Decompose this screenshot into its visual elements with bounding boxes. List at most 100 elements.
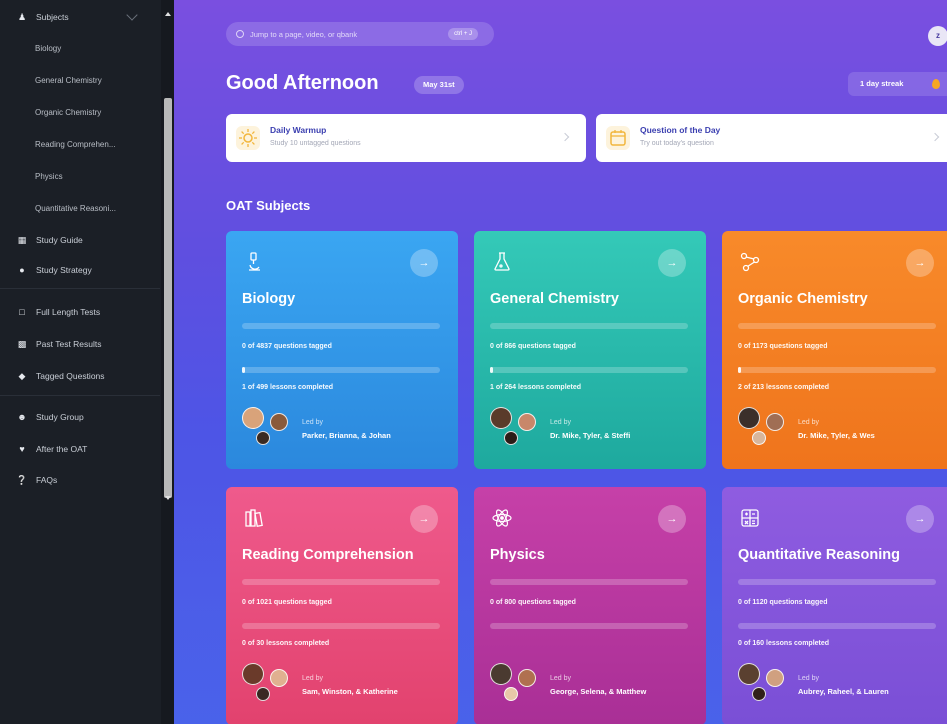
sidebar-item-past-test-results[interactable]: ▩ Past Test Results	[0, 333, 160, 355]
instructor-avatars	[738, 407, 788, 447]
document-icon: □	[19, 307, 25, 317]
sidebar-item-label: Physics	[35, 171, 63, 181]
tagged-count: 0 of 1173 questions tagged	[738, 343, 828, 350]
page-title: Good Afternoon	[226, 72, 379, 94]
avatar	[256, 431, 270, 445]
book-icon: ▦	[17, 234, 27, 245]
avatar	[504, 687, 518, 701]
sidebar-divider	[0, 395, 160, 396]
tagged-count: 0 of 4837 questions tagged	[242, 343, 332, 350]
subjects-icon: ♟	[17, 11, 27, 22]
user-avatar[interactable]: z	[928, 26, 947, 46]
sidebar-item-label: Organic Chemistry	[35, 107, 102, 117]
sun-icon	[236, 126, 260, 150]
sidebar-item-label: After the OAT	[36, 444, 88, 454]
main-content: ctrl + J z Good Afternoon May 31st 1 day…	[174, 0, 947, 724]
led-by-label: Led by	[550, 675, 572, 682]
warmup-title: Daily Warmup	[270, 125, 327, 135]
avatar	[242, 407, 264, 429]
avatar	[270, 669, 288, 687]
streak-label: 1 day streak	[860, 79, 904, 88]
search-input[interactable]	[250, 29, 430, 39]
search-bar[interactable]: ctrl + J	[226, 22, 494, 46]
avatar	[752, 687, 766, 701]
arrow-right-icon[interactable]: →	[658, 505, 686, 533]
arrow-right-icon[interactable]: →	[906, 505, 934, 533]
sidebar-item-faqs[interactable]: ❔ FAQs	[0, 469, 160, 491]
sidebar-item-reading-comprehension[interactable]: Reading Comprehen...	[0, 133, 160, 155]
lessons-count: 1 of 499 lessons completed	[242, 384, 334, 391]
tagged-progress-bar	[242, 323, 440, 329]
avatar	[256, 687, 270, 701]
qotd-subtitle: Try out today's question	[640, 140, 714, 147]
arrow-right-icon[interactable]: →	[410, 505, 438, 533]
sidebar-item-label: Quantitative Reasoni...	[35, 203, 116, 213]
molecule-icon	[739, 251, 761, 273]
avatar	[766, 669, 784, 687]
subject-card-general-chemistry[interactable]: → General Chemistry 0 of 866 questions tag…	[474, 231, 706, 469]
daily-warmup-card[interactable]: Daily Warmup Study 10 untagged questions	[226, 114, 586, 162]
avatar	[490, 407, 512, 429]
sidebar-item-biology[interactable]: Biology	[0, 37, 160, 59]
lessons-count: 0 of 30 lessons completed	[242, 640, 330, 647]
avatar	[752, 431, 766, 445]
subject-card-biology[interactable]: → Biology 0 of 4837 questions tagged 1 of 4…	[226, 231, 458, 469]
subject-card-physics[interactable]: → Physics 0 of 800 questions tagged Led by G…	[474, 487, 706, 724]
flask-icon	[491, 251, 513, 273]
instructor-names: Aubrey, Raheel, & Lauren	[798, 687, 889, 696]
shortcut-badge: ctrl + J	[448, 28, 478, 40]
scrollbar-thumb[interactable]	[164, 98, 172, 498]
sidebar-item-organic-chemistry[interactable]: Organic Chemistry	[0, 101, 160, 123]
chevron-right-icon	[560, 132, 570, 142]
led-by-label: Led by	[798, 419, 820, 426]
microscope-icon	[243, 251, 265, 273]
card-title: Reading Comprehension	[242, 547, 414, 563]
streak-button[interactable]: 1 day streak	[848, 72, 947, 96]
tagged-count: 0 of 1021 questions tagged	[242, 599, 332, 606]
subject-card-organic-chemistry[interactable]: → Organic Chemistry 0 of 1173 questions ta…	[722, 231, 947, 469]
question-of-the-day-card[interactable]: Question of the Day Try out today's ques…	[596, 114, 947, 162]
sidebar-item-subjects[interactable]: ♟ Subjects	[0, 6, 160, 28]
sidebar-item-label: Study Group	[36, 412, 84, 422]
warmup-subtitle: Study 10 untagged questions	[270, 140, 361, 147]
sidebar-item-full-length-tests[interactable]: □ Full Length Tests	[0, 301, 160, 323]
instructor-names: Dr. Mike, Tyler, & Steffi	[550, 431, 631, 440]
lessons-count: 2 of 213 lessons completed	[738, 384, 830, 391]
group-icon: ☻	[17, 412, 27, 422]
instructor-names: Parker, Brianna, & Johan	[302, 431, 391, 440]
instructor-names: Sam, Winston, & Katherine	[302, 687, 398, 696]
instructor-avatars	[242, 663, 292, 703]
card-title: Organic Chemistry	[738, 291, 868, 307]
sidebar-item-study-strategy[interactable]: ● Study Strategy	[0, 259, 160, 281]
lessons-count: 0 of 160 lessons completed	[738, 640, 830, 647]
sidebar-item-physics[interactable]: Physics	[0, 165, 160, 187]
subject-card-reading-comprehension[interactable]: → Reading Comprehension 0 of 1021 question…	[226, 487, 458, 724]
card-title: General Chemistry	[490, 291, 619, 307]
sidebar-item-label: General Chemistry	[35, 75, 102, 85]
subject-card-quantitative-reasoning[interactable]: → Quantitative Reasoning 0 of 1120 questio…	[722, 487, 947, 724]
tagged-count: 0 of 800 questions tagged	[490, 599, 576, 606]
sidebar-item-general-chemistry[interactable]: General Chemistry	[0, 69, 160, 91]
avatar	[738, 663, 760, 685]
sidebar-divider	[0, 288, 160, 289]
scroll-up-icon[interactable]	[165, 12, 171, 16]
arrow-right-icon[interactable]: →	[658, 249, 686, 277]
arrow-right-icon[interactable]: →	[410, 249, 438, 277]
instructor-avatars	[490, 407, 540, 447]
lessons-progress-bar	[242, 367, 440, 373]
avatar	[270, 413, 288, 431]
lessons-progress-bar	[738, 367, 936, 373]
sidebar-item-tagged-questions[interactable]: ◆ Tagged Questions	[0, 365, 160, 387]
flame-icon	[932, 79, 940, 89]
sidebar-item-quantitative-reasoning[interactable]: Quantitative Reasoni...	[0, 197, 160, 219]
card-title: Biology	[242, 291, 296, 307]
sidebar-item-label: Study Strategy	[36, 265, 92, 275]
date-badge: May 31st	[414, 76, 464, 94]
sidebar-item-label: Study Guide	[36, 235, 83, 245]
instructor-names: Dr. Mike, Tyler, & Wes	[798, 431, 875, 440]
arrow-right-icon[interactable]: →	[906, 249, 934, 277]
sidebar-item-study-group[interactable]: ☻ Study Group	[0, 406, 160, 428]
scroll-down-icon[interactable]	[165, 496, 171, 500]
sidebar-item-after-the-oat[interactable]: ♥ After the OAT	[0, 438, 160, 460]
sidebar-item-study-guide[interactable]: ▦ Study Guide	[0, 229, 160, 251]
